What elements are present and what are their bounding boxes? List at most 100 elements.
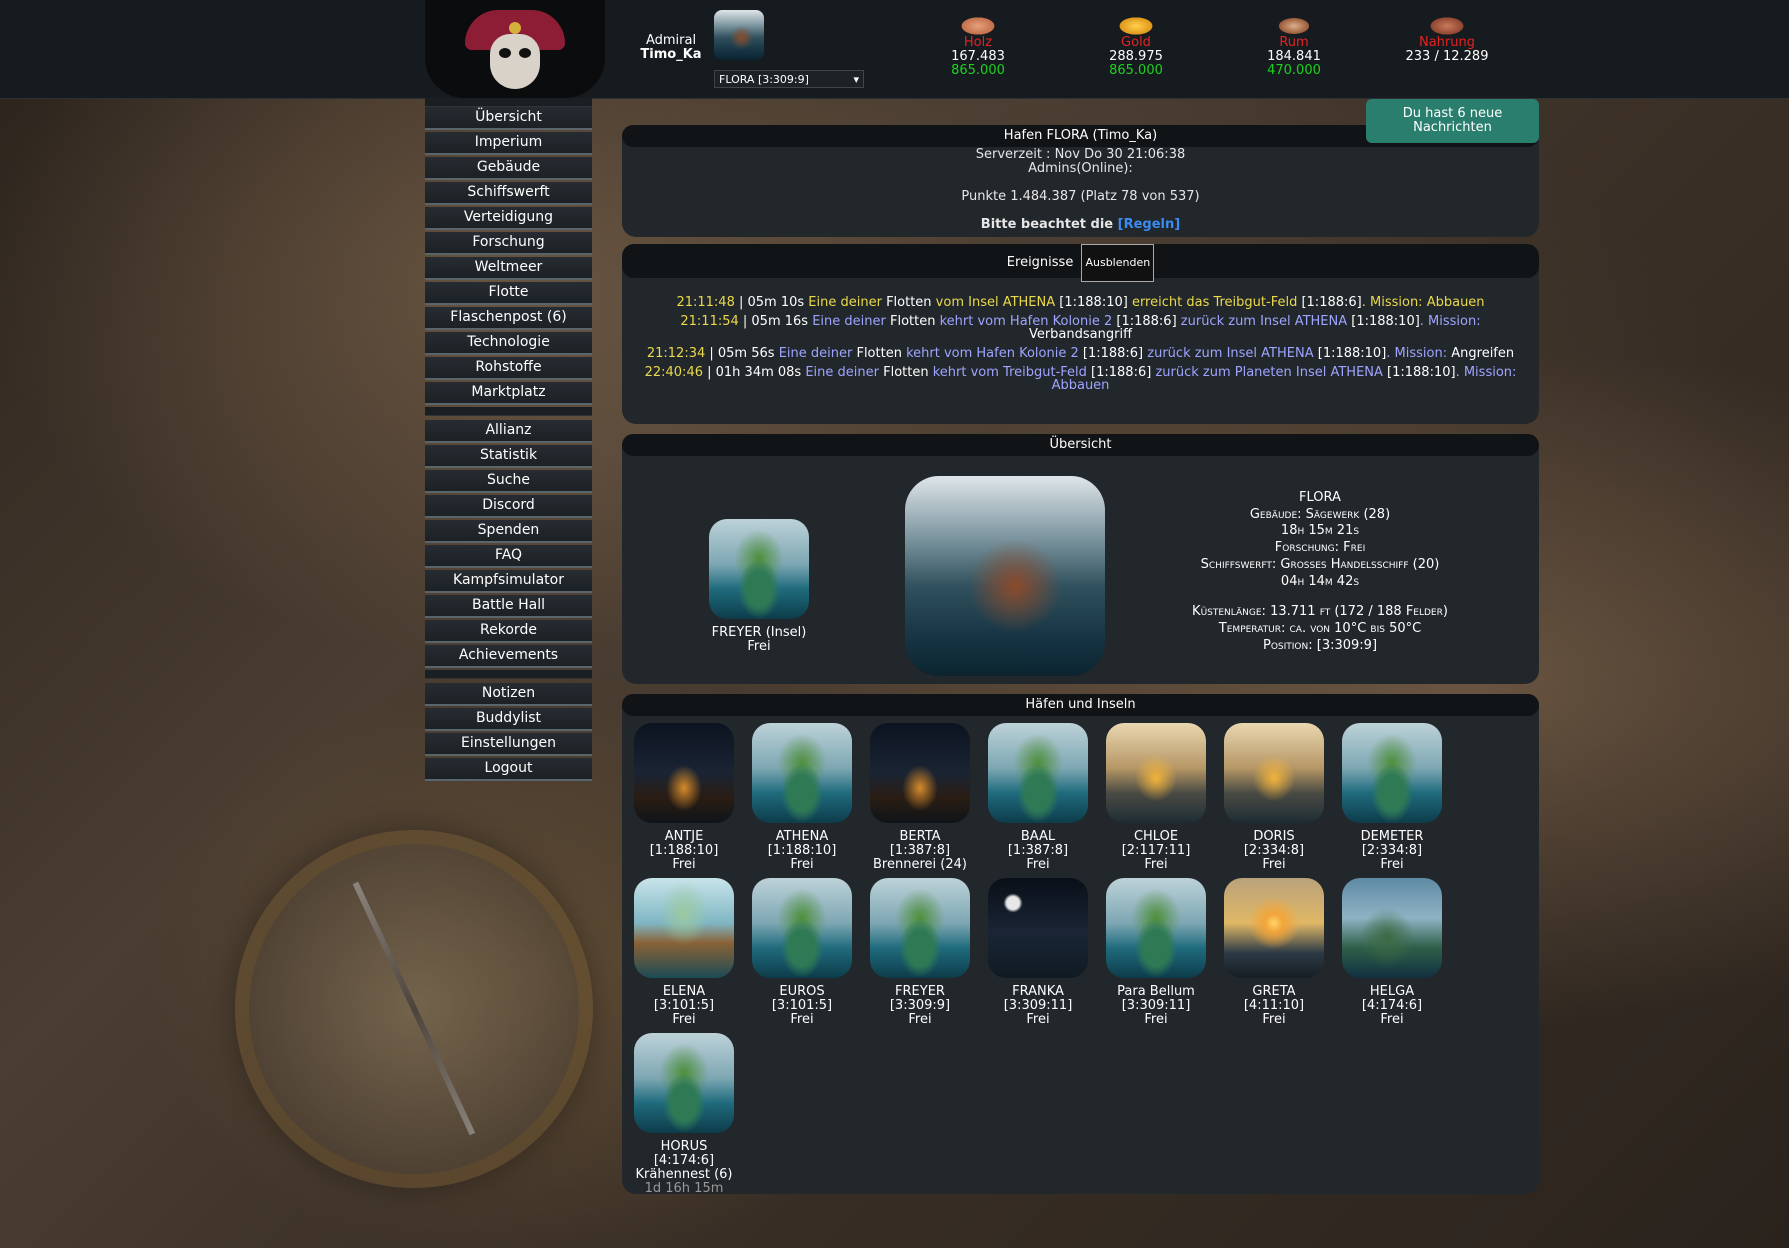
- hide-events-button[interactable]: Ausblenden: [1081, 244, 1155, 282]
- island-tile[interactable]: Para Bellum [3:309:11] Frei: [1097, 878, 1215, 1027]
- event-c: vom Insel ATHENA: [931, 295, 1060, 310]
- island-status: Frei: [1144, 1012, 1168, 1027]
- planet-select[interactable]: FLORA [3:309:9] ▾: [714, 70, 864, 88]
- event-f[interactable]: [1:188:10]: [1318, 346, 1387, 361]
- island-image[interactable]: [634, 878, 734, 978]
- island-name: ATHENA: [775, 829, 829, 844]
- island-image[interactable]: [1224, 723, 1324, 823]
- event-f[interactable]: [1:188:10]: [1351, 314, 1420, 329]
- island-image[interactable]: [870, 878, 970, 978]
- event-row: 22:40:46 | 01h 34m 08s Eine deiner Flott…: [632, 366, 1529, 392]
- event-h: Abbauen: [1051, 378, 1110, 393]
- player-rank: Admiral: [645, 33, 697, 48]
- nav-item[interactable]: Gebäude: [425, 157, 592, 180]
- islands-title: Häfen und Inseln: [622, 694, 1539, 716]
- current-planet-image[interactable]: [714, 10, 764, 60]
- island-tile[interactable]: DORIS [2:334:8] Frei: [1215, 723, 1333, 872]
- planet-main-image[interactable]: [905, 476, 1105, 676]
- nav-item[interactable]: Logout: [425, 758, 592, 781]
- island-tile[interactable]: EUROS [3:101:5] Frei: [743, 878, 861, 1027]
- island-tile[interactable]: DEMETER [2:334:8] Frei: [1333, 723, 1451, 872]
- island-tile[interactable]: ANTJE [1:188:10] Frei: [625, 723, 743, 872]
- island-tile[interactable]: FRANKA [3:309:11] Frei: [979, 878, 1097, 1027]
- event-time: 21:12:34: [646, 346, 706, 361]
- island-image[interactable]: [1224, 878, 1324, 978]
- island-image[interactable]: [988, 723, 1088, 823]
- event-b[interactable]: Flotten: [890, 314, 935, 329]
- nav-item[interactable]: Technologie: [425, 332, 592, 355]
- rules-link[interactable]: [Regeln]: [1118, 217, 1181, 232]
- moon-image[interactable]: [709, 519, 809, 619]
- event-b[interactable]: Flotten: [856, 346, 901, 361]
- island-tile[interactable]: CHLOE [2:117:11] Frei: [1097, 723, 1215, 872]
- nav-item[interactable]: Kampfsimulator: [425, 570, 592, 593]
- resource-name: Rum: [1279, 35, 1309, 50]
- event-time: 22:40:46: [644, 365, 703, 380]
- chevron-down-icon: ▾: [853, 72, 859, 86]
- hat-emblem-icon: [509, 22, 521, 34]
- event-b[interactable]: Flotten: [883, 365, 928, 380]
- nav-item[interactable]: Allianz: [425, 420, 592, 443]
- nav-item[interactable]: Übersicht: [425, 107, 592, 130]
- island-image[interactable]: [634, 723, 734, 823]
- island-tile[interactable]: ELENA [3:101:5] Frei: [625, 878, 743, 1027]
- nav-item[interactable]: Flaschenpost (6): [425, 307, 592, 330]
- island-image[interactable]: [1342, 723, 1442, 823]
- nav-item[interactable]: Discord: [425, 495, 592, 518]
- island-image[interactable]: [752, 878, 852, 978]
- planet-info-line: Schiffswerft: Großes Handelsschiff (20): [1200, 556, 1440, 572]
- nav-item[interactable]: Imperium: [425, 132, 592, 155]
- planet-info-line: Forschung: Frei: [1274, 540, 1366, 556]
- nav-item[interactable]: Achievements: [425, 645, 592, 668]
- event-c: kehrt vom Hafen Kolonie 2: [901, 346, 1083, 361]
- nav-item[interactable]: Battle Hall: [425, 595, 592, 618]
- moon-name: FREYER (Insel): [711, 625, 807, 640]
- nav-item[interactable]: Schiffswerft: [425, 182, 592, 205]
- nav-item[interactable]: Spenden: [425, 520, 592, 543]
- event-d[interactable]: [1:188:10]: [1059, 295, 1128, 310]
- nav-item[interactable]: Marktplatz: [425, 382, 592, 405]
- island-name: BERTA: [899, 829, 941, 844]
- planet-info-line: 18h 15m 21s: [1280, 523, 1360, 539]
- nav-item[interactable]: Forschung: [425, 232, 592, 255]
- planet-info-line: Temperatur: ca. von 10°C bis 50°C: [1218, 620, 1422, 636]
- nav-item[interactable]: Verteidigung: [425, 207, 592, 230]
- event-d[interactable]: [1:188:6]: [1083, 346, 1143, 361]
- new-messages-button[interactable]: Du hast 6 neue Nachrichten: [1366, 99, 1539, 143]
- island-tile[interactable]: FREYER [3:309:9] Frei: [861, 878, 979, 1027]
- pirate-logo[interactable]: [425, 0, 605, 98]
- island-image[interactable]: [870, 723, 970, 823]
- island-image[interactable]: [752, 723, 852, 823]
- event-f[interactable]: [1:188:6]: [1301, 295, 1361, 310]
- event-dur: | 05m 56s: [705, 346, 779, 361]
- island-image[interactable]: [1342, 878, 1442, 978]
- nav-item[interactable]: FAQ: [425, 545, 592, 568]
- island-name: HELGA: [1369, 984, 1415, 999]
- island-image[interactable]: [634, 1033, 734, 1133]
- event-f[interactable]: [1:188:10]: [1387, 365, 1456, 380]
- nav-item[interactable]: Buddylist: [425, 708, 592, 731]
- island-tile[interactable]: BERTA [1:387:8] Brennerei (24): [861, 723, 979, 872]
- island-image[interactable]: [1106, 723, 1206, 823]
- island-image[interactable]: [1106, 878, 1206, 978]
- nav-item[interactable]: Weltmeer: [425, 257, 592, 280]
- nav-item[interactable]: Suche: [425, 470, 592, 493]
- island-tile[interactable]: BAAL [1:387:8] Frei: [979, 723, 1097, 872]
- nav-item[interactable]: Notizen: [425, 683, 592, 706]
- island-status: Frei: [1026, 857, 1050, 872]
- island-coords: [3:309:9]: [889, 998, 951, 1013]
- island-tile[interactable]: ATHENA [1:188:10] Frei: [743, 723, 861, 872]
- nav-item[interactable]: Einstellungen: [425, 733, 592, 756]
- nav-item[interactable]: Rekorde: [425, 620, 592, 643]
- resource-max: 865.000: [1109, 63, 1163, 78]
- nav-item[interactable]: Statistik: [425, 445, 592, 468]
- nav-item[interactable]: Flotte: [425, 282, 592, 305]
- nav-item[interactable]: Rohstoffe: [425, 357, 592, 380]
- island-tile[interactable]: HELGA [4:174:6] Frei: [1333, 878, 1451, 1027]
- island-tile[interactable]: GRETA [4:11:10] Frei: [1215, 878, 1333, 1027]
- island-tile[interactable]: HORUS [4:174:6] Krähennest (6) 1d 16h 15m: [625, 1033, 743, 1196]
- moon-tile[interactable]: FREYER (Insel) Frei: [700, 519, 818, 654]
- resource-max: 865.000: [951, 63, 1005, 78]
- island-image[interactable]: [988, 878, 1088, 978]
- event-b[interactable]: Flotten: [886, 295, 931, 310]
